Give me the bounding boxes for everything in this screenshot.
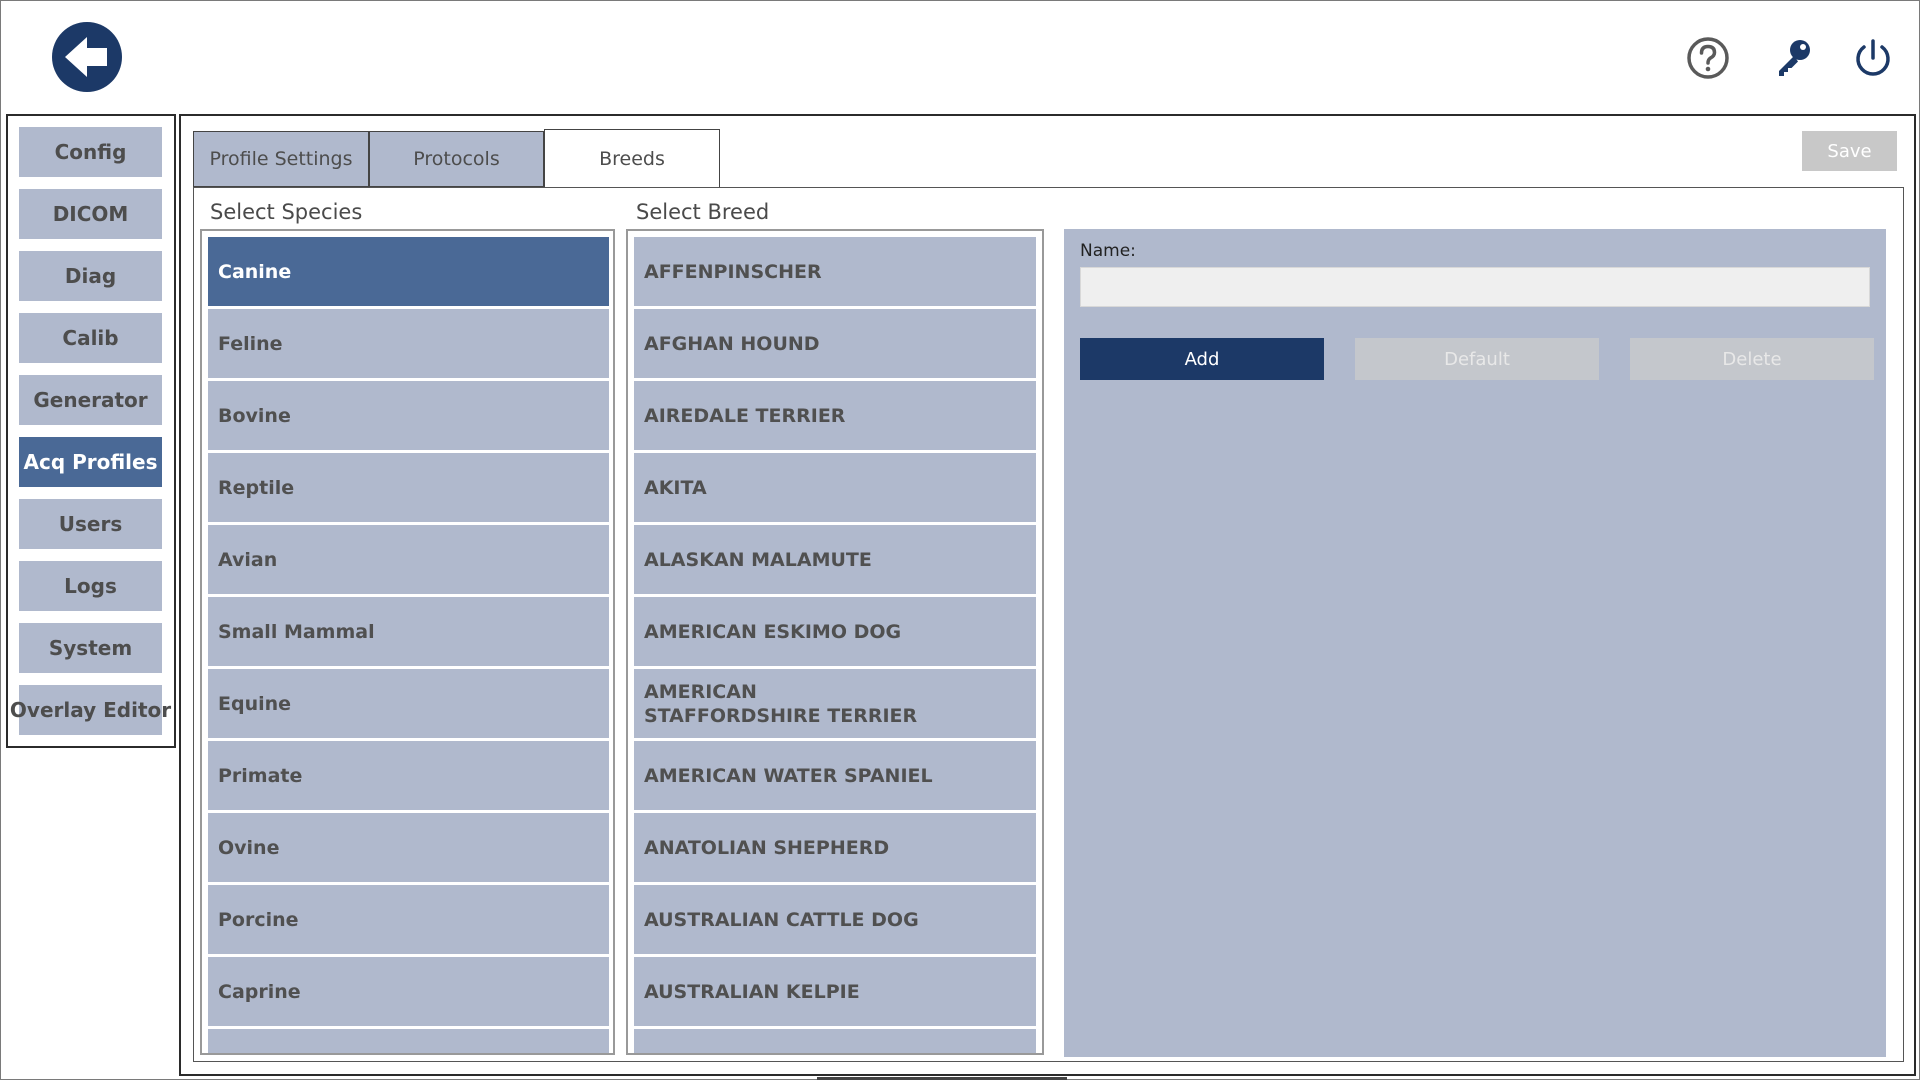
sidebar-item-dicom[interactable]: DICOM — [19, 189, 162, 239]
breed-item[interactable]: ANATOLIAN SHEPHERD — [634, 813, 1036, 882]
species-list[interactable]: Canine Feline Bovine Reptile Avian Small… — [200, 229, 615, 1055]
add-button[interactable]: Add — [1080, 338, 1324, 380]
sidebar-item-overlay-editor[interactable]: Overlay Editor — [10, 685, 171, 735]
sidebar: Config DICOM Diag Calib Generator Acq Pr… — [6, 114, 176, 748]
breed-item-partial[interactable] — [634, 1029, 1036, 1053]
species-item-avian[interactable]: Avian — [208, 525, 609, 594]
species-item-equine[interactable]: Equine — [208, 669, 609, 738]
species-item-ovine[interactable]: Ovine — [208, 813, 609, 882]
breed-item[interactable]: AKITA — [634, 453, 1036, 522]
breeds-content: Select Species Select Breed Canine Felin… — [193, 187, 1904, 1062]
main-panel: Profile Settings Protocols Breeds Save S… — [179, 114, 1916, 1076]
breed-list[interactable]: AFFENPINSCHER AFGHAN HOUND AIREDALE TERR… — [626, 229, 1044, 1055]
sidebar-item-diag[interactable]: Diag — [19, 251, 162, 301]
back-button[interactable] — [52, 22, 122, 92]
tab-profile-settings[interactable]: Profile Settings — [193, 131, 369, 187]
back-arrow-icon — [65, 37, 107, 77]
key-button[interactable] — [1772, 36, 1816, 80]
sidebar-item-system[interactable]: System — [19, 623, 162, 673]
breed-item[interactable]: AFGHAN HOUND — [634, 309, 1036, 378]
breed-item[interactable]: AUSTRALIAN CATTLE DOG — [634, 885, 1036, 954]
breed-item[interactable]: AIREDALE TERRIER — [634, 381, 1036, 450]
species-item-canine[interactable]: Canine — [208, 237, 609, 306]
help-icon — [1687, 37, 1729, 79]
species-item-partial[interactable] — [208, 1029, 609, 1053]
power-button[interactable] — [1851, 36, 1895, 80]
breed-item[interactable]: AMERICAN STAFFORDSHIRE TERRIER — [634, 669, 1036, 738]
sidebar-item-acq-profiles[interactable]: Acq Profiles — [19, 437, 162, 487]
species-item-small-mammal[interactable]: Small Mammal — [208, 597, 609, 666]
breed-item[interactable]: AMERICAN WATER SPANIEL — [634, 741, 1036, 810]
breed-item[interactable]: ALASKAN MALAMUTE — [634, 525, 1036, 594]
species-item-reptile[interactable]: Reptile — [208, 453, 609, 522]
breed-item[interactable]: AMERICAN ESKIMO DOG — [634, 597, 1036, 666]
sidebar-item-generator[interactable]: Generator — [19, 375, 162, 425]
breed-item[interactable]: AFFENPINSCHER — [634, 237, 1036, 306]
species-item-bovine[interactable]: Bovine — [208, 381, 609, 450]
name-label: Name: — [1080, 241, 1136, 261]
default-button[interactable]: Default — [1355, 338, 1599, 380]
sidebar-item-calib[interactable]: Calib — [19, 313, 162, 363]
tab-breeds[interactable]: Breeds — [544, 129, 720, 187]
species-item-porcine[interactable]: Porcine — [208, 885, 609, 954]
breed-item[interactable]: AUSTRALIAN KELPIE — [634, 957, 1036, 1026]
sidebar-item-logs[interactable]: Logs — [19, 561, 162, 611]
breed-title: Select Breed — [636, 200, 770, 224]
species-title: Select Species — [210, 200, 363, 224]
sidebar-item-users[interactable]: Users — [19, 499, 162, 549]
key-icon — [1779, 40, 1810, 76]
power-icon — [1856, 39, 1890, 76]
tab-protocols[interactable]: Protocols — [369, 131, 544, 187]
delete-button[interactable]: Delete — [1630, 338, 1874, 380]
species-item-caprine[interactable]: Caprine — [208, 957, 609, 1026]
sidebar-item-config[interactable]: Config — [19, 127, 162, 177]
save-button[interactable]: Save — [1802, 131, 1897, 171]
help-button[interactable] — [1686, 36, 1730, 80]
breed-details-panel: Name: Add Default Delete — [1064, 229, 1886, 1057]
name-input[interactable] — [1080, 267, 1870, 307]
species-item-primate[interactable]: Primate — [208, 741, 609, 810]
species-item-feline[interactable]: Feline — [208, 309, 609, 378]
